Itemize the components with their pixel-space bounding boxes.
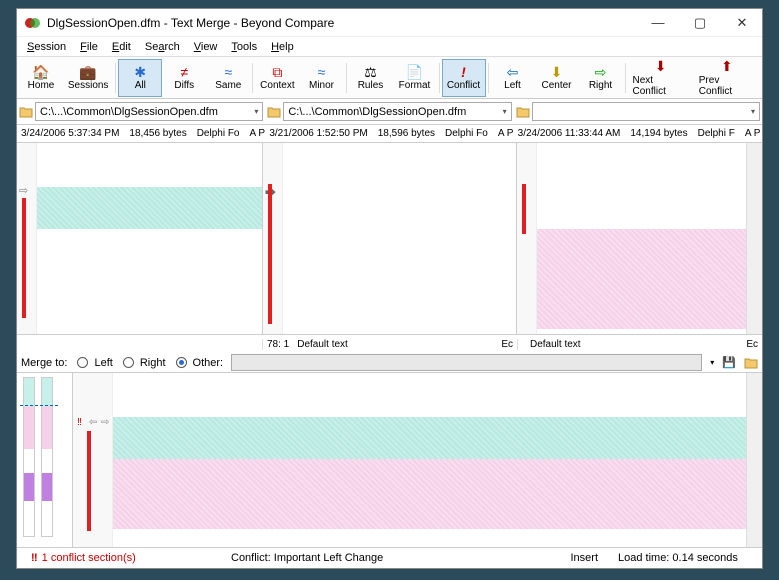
diff-marker bbox=[268, 184, 272, 324]
rules-button[interactable]: ⚖Rules bbox=[349, 59, 393, 97]
conflict-button[interactable]: !Conflict bbox=[442, 59, 486, 97]
menu-file[interactable]: File bbox=[74, 39, 104, 55]
same-button[interactable]: ≈Same bbox=[206, 59, 250, 97]
not-equal-icon: ≠ bbox=[180, 64, 188, 80]
maximize-button[interactable]: ▢ bbox=[688, 15, 712, 31]
menu-tools[interactable]: Tools bbox=[225, 39, 263, 55]
center-button[interactable]: ⬇Center bbox=[535, 59, 579, 97]
middle-pane[interactable]: ⮕ bbox=[262, 143, 517, 334]
menubar: Session File Edit Search View Tools Help bbox=[17, 37, 762, 57]
menu-view[interactable]: View bbox=[188, 39, 224, 55]
take-left-icon[interactable]: ⇦ bbox=[89, 417, 97, 428]
left-button[interactable]: ⇦Left bbox=[491, 59, 535, 97]
context-icon: ⧉ bbox=[272, 64, 282, 80]
conflict-indicator-icon: ‼ bbox=[31, 552, 38, 564]
app-window: DlgSessionOpen.dfm - Text Merge - Beyond… bbox=[16, 8, 763, 569]
app-icon bbox=[25, 15, 41, 31]
mid-path-field[interactable]: C:\...\Common\DlgSessionOpen.dfm▾ bbox=[283, 102, 511, 121]
position-indicator bbox=[20, 405, 58, 407]
diffs-button[interactable]: ≠Diffs bbox=[162, 59, 206, 97]
close-button[interactable]: ✕ bbox=[730, 15, 754, 31]
diff-marker bbox=[87, 431, 91, 531]
menu-edit[interactable]: Edit bbox=[106, 39, 137, 55]
status-bar: ‼1 conflict section(s) Conflict: Importa… bbox=[17, 548, 762, 568]
menu-help[interactable]: Help bbox=[265, 39, 300, 55]
format-icon: 📄 bbox=[406, 64, 423, 80]
folder-icon[interactable] bbox=[744, 356, 758, 370]
prev-conflict-button[interactable]: ⬆Prev Conflict bbox=[694, 59, 760, 97]
down-red-icon: ⬇ bbox=[655, 59, 667, 75]
take-right-icon[interactable]: ⇨ bbox=[101, 417, 109, 428]
vertical-scrollbar[interactable] bbox=[746, 373, 762, 547]
arrow-right-icon: ⇨ bbox=[595, 64, 607, 80]
merge-output-path[interactable] bbox=[231, 354, 702, 371]
diff-marker bbox=[522, 184, 526, 234]
folder-icon[interactable] bbox=[267, 105, 281, 119]
rules-icon: ⚖ bbox=[364, 64, 377, 80]
warning-icon: ! bbox=[461, 64, 466, 80]
minor-button[interactable]: ≈Minor bbox=[300, 59, 344, 97]
window-title: DlgSessionOpen.dfm - Text Merge - Beyond… bbox=[47, 16, 646, 30]
right-path-field[interactable]: ▾ bbox=[532, 102, 760, 121]
folder-icon[interactable] bbox=[516, 105, 530, 119]
right-button[interactable]: ⇨Right bbox=[579, 59, 623, 97]
pathbar: C:\...\Common\DlgSessionOpen.dfm▾ C:\...… bbox=[17, 99, 762, 125]
up-red-icon: ⬆ bbox=[721, 59, 733, 75]
minor-icon: ≈ bbox=[318, 64, 326, 80]
infobar: 3/24/2006 5:37:34 PM18,456 bytesDelphi F… bbox=[17, 125, 762, 143]
briefcase-icon: 💼 bbox=[79, 64, 96, 80]
merge-left-radio[interactable] bbox=[77, 357, 88, 368]
right-pane[interactable] bbox=[517, 143, 762, 334]
compare-panes: ⇨ ⮕ bbox=[17, 143, 762, 335]
merge-to-label: Merge to: bbox=[21, 357, 67, 369]
context-button[interactable]: ⧉Context bbox=[255, 59, 299, 97]
left-pane[interactable]: ⇨ bbox=[17, 143, 262, 334]
arrow-left-icon: ⇦ bbox=[507, 64, 519, 80]
diff-arrow-icon[interactable]: ⇨ bbox=[19, 184, 33, 197]
approx-icon: ≈ bbox=[224, 64, 232, 80]
next-conflict-button[interactable]: ⬇Next Conflict bbox=[628, 59, 694, 97]
toolbar: 🏠Home 💼Sessions ✱All ≠Diffs ≈Same ⧉Conte… bbox=[17, 57, 762, 99]
merge-other-radio[interactable] bbox=[176, 357, 187, 368]
left-path-field[interactable]: C:\...\Common\DlgSessionOpen.dfm▾ bbox=[35, 102, 263, 121]
merge-right-radio[interactable] bbox=[123, 357, 134, 368]
merge-to-bar: Merge to: Left Right Other: ▾ 💾 bbox=[17, 353, 762, 373]
merge-gutter: ‼ ⇦ ⇨ bbox=[73, 373, 113, 547]
merge-area: ‼ ⇦ ⇨ bbox=[17, 373, 762, 548]
dropdown-icon[interactable]: ▾ bbox=[710, 358, 714, 367]
menu-session[interactable]: Session bbox=[21, 39, 72, 55]
conflict-icon[interactable]: ‼ bbox=[77, 417, 82, 428]
home-button[interactable]: 🏠Home bbox=[19, 59, 63, 97]
folder-icon[interactable] bbox=[19, 105, 33, 119]
thumbnail-column[interactable] bbox=[17, 373, 73, 547]
home-icon: 🏠 bbox=[32, 64, 49, 80]
save-icon[interactable]: 💾 bbox=[722, 356, 736, 369]
vertical-scrollbar[interactable] bbox=[746, 143, 762, 334]
diff-marker bbox=[22, 198, 26, 318]
format-button[interactable]: 📄Format bbox=[393, 59, 437, 97]
arrow-down-icon: ⬇ bbox=[551, 64, 563, 80]
menu-search[interactable]: Search bbox=[139, 39, 186, 55]
pane-status-row: 78: 1Default textEc Default textEc bbox=[17, 335, 762, 353]
minimize-button[interactable]: — bbox=[646, 15, 670, 31]
titlebar: DlgSessionOpen.dfm - Text Merge - Beyond… bbox=[17, 9, 762, 37]
asterisk-icon: ✱ bbox=[134, 64, 146, 80]
all-button[interactable]: ✱All bbox=[118, 59, 162, 97]
sessions-button[interactable]: 💼Sessions bbox=[63, 59, 113, 97]
merge-editor-content[interactable] bbox=[113, 373, 746, 547]
